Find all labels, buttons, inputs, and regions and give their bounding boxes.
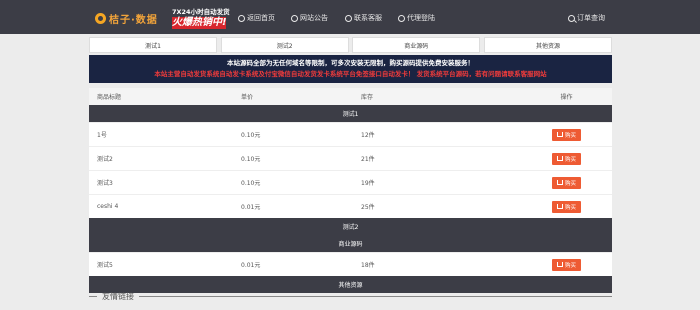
group-header: 商业源码 — [89, 235, 612, 252]
nav-agent-login-label: 代理登陆 — [407, 14, 435, 22]
product-price: 0.01元 — [241, 262, 261, 269]
order-search-label: 订单查询 — [577, 14, 605, 22]
product-title: 测试5 — [97, 262, 113, 269]
cart-icon — [556, 132, 563, 137]
col-action-header: 操作 — [560, 94, 573, 101]
nav-home-link[interactable]: 返回首页 — [238, 13, 275, 23]
notice-line-2: 本站主营自动发货系统自动发卡系统及付宝微信自动发货发卡系统平台免签接口自动发卡！… — [154, 70, 547, 78]
col-title-header: 商品标题 — [97, 94, 122, 101]
nav-home-label: 返回首页 — [247, 14, 275, 22]
nav-notice-link[interactable]: 网站公告 — [291, 13, 328, 23]
table-row: 测试3 0.10元 19件 购买 — [89, 170, 612, 194]
nav-notice-label: 网站公告 — [300, 14, 328, 22]
product-title: ceshi 4 — [97, 203, 119, 210]
promo-small-text: 7X24小时自动发货 — [172, 8, 230, 16]
product-stock: 18件 — [361, 262, 375, 269]
product-price: 0.10元 — [241, 180, 261, 187]
top-navbar: 桔子·数据 7X24小时自动发货 火爆热销中! 返回首页 网站公告 联系客服 代… — [0, 0, 700, 34]
promo-banner: 7X24小时自动发货 火爆热销中! — [172, 6, 230, 30]
friend-links-title: 友情链接 — [102, 292, 134, 301]
brand-name: 桔子·数据 — [109, 14, 158, 26]
nav-agent-login-link[interactable]: 代理登陆 — [398, 13, 435, 23]
buy-label: 购买 — [564, 132, 576, 139]
notice-line-1: 本站源码全部为无任何域名等限制，可多次安装无限制，购买源码提供免费安装服务！ — [227, 59, 474, 67]
product-title: 测试2 — [97, 156, 113, 163]
agent-icon — [398, 14, 405, 22]
product-stock: 12件 — [361, 132, 375, 139]
table-row: ceshi 4 0.01元 25件 购买 — [89, 194, 612, 218]
product-title: 1号 — [97, 132, 107, 139]
col-price-header: 单价 — [241, 94, 254, 101]
product-title: 测试3 — [97, 180, 113, 187]
product-table: 商品标题 单价 库存 操作 测试1 1号 0.10元 12件 购买 测试2 0.… — [89, 88, 612, 293]
buy-button[interactable]: 购买 — [552, 128, 581, 141]
cart-icon — [556, 262, 563, 267]
group-header: 测试1 — [89, 105, 612, 122]
table-row: 测试5 0.01元 18件 购买 — [89, 252, 612, 276]
notice-banner: 本站源码全部为无任何域名等限制，可多次安装无限制，购买源码提供免费安装服务！ 本… — [89, 55, 612, 83]
buy-label: 购买 — [564, 180, 576, 187]
order-search-link[interactable]: 订单查询 — [568, 13, 605, 23]
product-price: 0.10元 — [241, 156, 261, 163]
tab-other-resources[interactable]: 其他资源 — [483, 37, 612, 53]
friend-links-section: 友情链接 — [89, 291, 612, 302]
group-header: 测试2 — [89, 218, 612, 235]
col-stock-header: 库存 — [361, 94, 374, 101]
product-price: 0.10元 — [241, 132, 261, 139]
product-price: 0.01元 — [241, 204, 261, 211]
buy-label: 购买 — [564, 262, 576, 269]
search-icon — [568, 14, 575, 22]
product-stock: 21件 — [361, 156, 375, 163]
cart-icon — [556, 156, 563, 161]
cart-icon — [556, 204, 563, 209]
divider — [89, 296, 97, 297]
home-icon — [238, 14, 245, 22]
notice-icon — [291, 14, 298, 22]
product-stock: 19件 — [361, 180, 375, 187]
tab-business-source[interactable]: 商业源码 — [352, 37, 481, 53]
nav-support-link[interactable]: 联系客服 — [345, 13, 382, 23]
table-row: 测试2 0.10元 21件 购买 — [89, 146, 612, 170]
tab-test1[interactable]: 测试1 — [89, 37, 217, 53]
tab-test2[interactable]: 测试2 — [220, 37, 349, 53]
product-stock: 25件 — [361, 204, 375, 211]
buy-label: 购买 — [564, 156, 576, 163]
category-tabs: 测试1 测试2 商业源码 其他资源 — [89, 37, 612, 53]
brand-logo[interactable]: 桔子·数据 — [95, 10, 158, 26]
cart-icon — [556, 180, 563, 185]
table-row: 1号 0.10元 12件 购买 — [89, 122, 612, 146]
buy-label: 购买 — [564, 204, 576, 211]
nav-support-label: 联系客服 — [354, 14, 382, 22]
buy-button[interactable]: 购买 — [552, 258, 581, 271]
divider — [139, 296, 612, 297]
support-icon — [345, 14, 352, 22]
buy-button[interactable]: 购买 — [552, 200, 581, 213]
promo-big-text: 火爆热销中! — [172, 17, 227, 29]
buy-button[interactable]: 购买 — [552, 152, 581, 165]
orange-logo-icon — [95, 12, 106, 24]
buy-button[interactable]: 购买 — [552, 176, 581, 189]
table-header: 商品标题 单价 库存 操作 — [89, 88, 612, 105]
